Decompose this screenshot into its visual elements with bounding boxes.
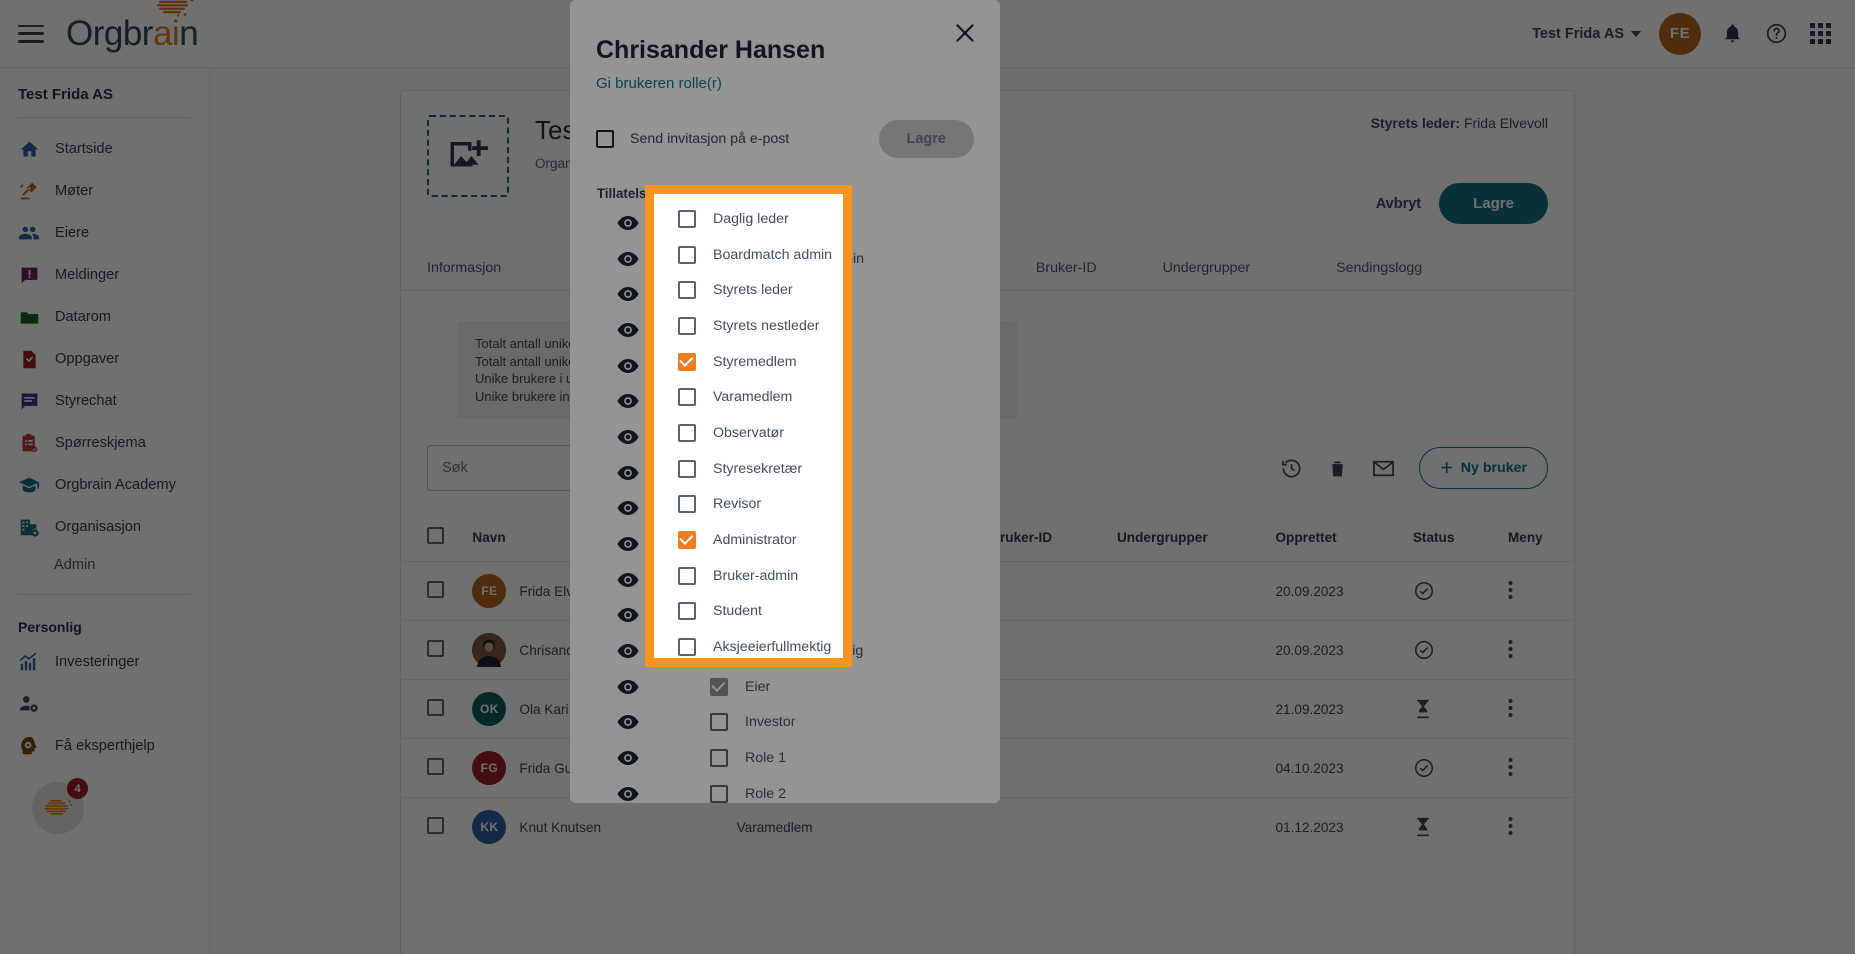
highlighted-role-row[interactable]: Styremedlem xyxy=(654,344,843,380)
send-invite-checkbox[interactable] xyxy=(596,130,614,148)
role-checkbox[interactable] xyxy=(678,352,696,371)
role-label: Aksjeeierfullmektig xyxy=(713,639,832,656)
role-checkbox[interactable] xyxy=(678,316,696,335)
role-checkbox[interactable] xyxy=(678,281,696,300)
highlighted-roles-list: Daglig leder Boardmatch admin Styrets le… xyxy=(654,194,843,665)
eye-icon[interactable] xyxy=(570,715,686,730)
highlighted-role-row[interactable]: Administrator xyxy=(654,522,843,558)
role-checkbox[interactable] xyxy=(678,423,696,442)
role-label: Investor xyxy=(745,714,796,731)
role-label: Revisor xyxy=(713,496,762,513)
invite-row: Send invitasjon på e-post Lagre xyxy=(570,92,1000,158)
highlighted-role-row[interactable]: Styresekretær xyxy=(654,451,843,487)
role-checkbox[interactable] xyxy=(678,495,696,514)
eye-icon[interactable] xyxy=(570,786,686,801)
eye-icon[interactable] xyxy=(570,751,686,766)
role-checkbox[interactable] xyxy=(678,566,696,585)
highlighted-role-row[interactable]: Boardmatch admin xyxy=(654,237,843,273)
role-checkbox[interactable] xyxy=(678,638,696,657)
role-checkbox[interactable] xyxy=(678,245,696,264)
role-row[interactable]: Role 1 xyxy=(570,740,1000,776)
role-label: Styremedlem xyxy=(713,353,797,370)
role-checkbox[interactable] xyxy=(710,713,728,732)
role-row[interactable]: Role 2 xyxy=(570,776,1000,803)
highlighted-role-row[interactable]: Styrets leder xyxy=(654,272,843,308)
eye-icon[interactable] xyxy=(570,679,686,694)
role-label: Bruker-admin xyxy=(713,567,799,584)
role-checkbox[interactable] xyxy=(678,388,696,407)
role-label: Styrets nestleder xyxy=(713,317,820,334)
role-label: Styresekretær xyxy=(713,460,803,477)
role-label: Boardmatch admin xyxy=(713,246,833,263)
role-checkbox[interactable] xyxy=(678,530,696,550)
highlight-annotation-box: Daglig leder Boardmatch admin Styrets le… xyxy=(645,185,852,667)
role-checkbox[interactable] xyxy=(678,602,696,621)
highlighted-role-row[interactable]: Observatør xyxy=(654,415,843,451)
role-label: Varamedlem xyxy=(713,389,793,406)
highlighted-role-row[interactable]: Student xyxy=(654,594,843,630)
role-checkbox[interactable] xyxy=(710,784,728,803)
role-label: Eier xyxy=(745,678,771,695)
role-label: Student xyxy=(713,603,762,620)
role-checkbox[interactable] xyxy=(710,749,728,768)
highlighted-role-row[interactable]: Varamedlem xyxy=(654,379,843,415)
send-invite-label: Send invitasjon på e-post xyxy=(630,131,790,147)
highlighted-role-row[interactable]: Daglig leder xyxy=(654,201,843,237)
role-label: Role 2 xyxy=(745,785,787,802)
role-label: Styrets leder xyxy=(713,282,793,299)
modal-title: Chrisander Hansen xyxy=(596,36,826,64)
role-label: Role 1 xyxy=(745,750,787,767)
modal-save-button[interactable]: Lagre xyxy=(878,120,974,158)
role-checkbox[interactable] xyxy=(678,459,696,478)
role-label: Daglig leder xyxy=(713,210,789,227)
role-row[interactable]: Investor xyxy=(570,705,1000,741)
highlighted-role-row[interactable]: Bruker-admin xyxy=(654,558,843,594)
role-label: Administrator xyxy=(713,532,797,549)
highlighted-role-row[interactable]: Revisor xyxy=(654,487,843,523)
close-icon[interactable] xyxy=(952,20,978,46)
role-checkbox[interactable] xyxy=(710,677,728,696)
role-row[interactable]: Eier xyxy=(570,669,1000,705)
highlighted-role-row[interactable]: Styrets nestleder xyxy=(654,308,843,344)
role-label: Observatør xyxy=(713,424,784,441)
role-checkbox[interactable] xyxy=(678,209,696,228)
modal-subtitle-link[interactable]: Gi brukeren rolle(r) xyxy=(570,65,1000,92)
highlighted-role-row[interactable]: Aksjeeierfullmektig xyxy=(654,629,843,665)
